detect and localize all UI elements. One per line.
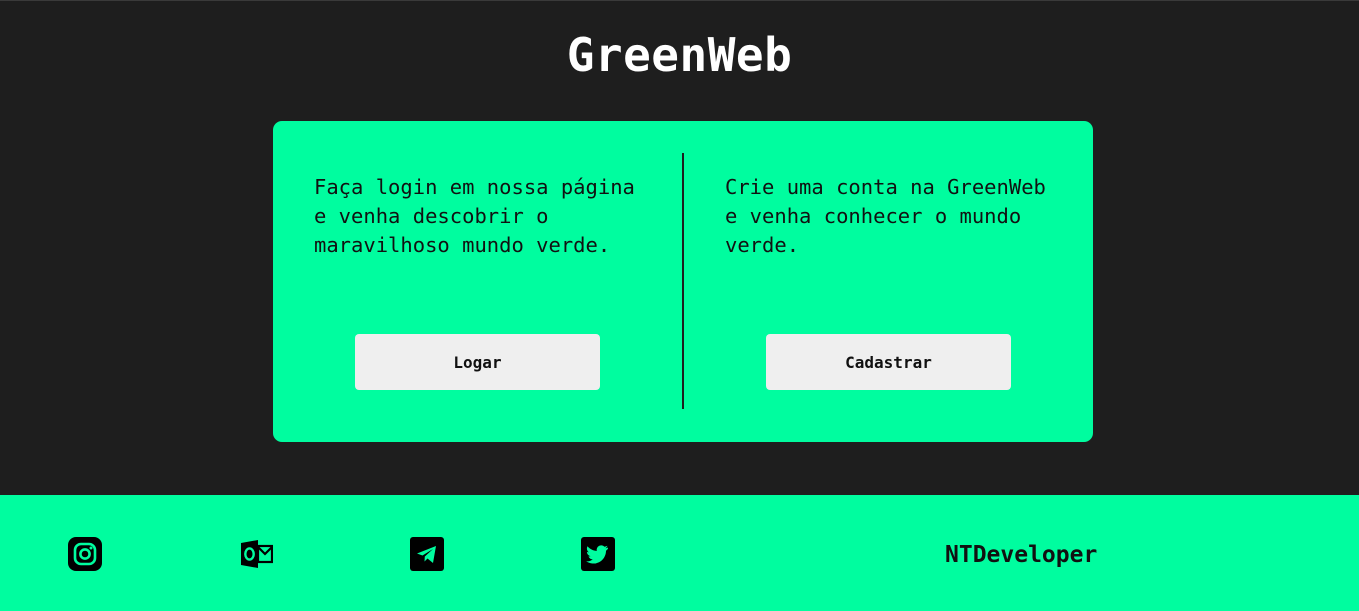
site-title: GreenWeb [566, 28, 793, 82]
signup-button[interactable]: Cadastrar [766, 334, 1011, 390]
auth-card: Faça login em nossa página e venha desco… [273, 121, 1093, 442]
twitter-icon[interactable] [581, 537, 615, 571]
instagram-icon[interactable] [68, 537, 102, 571]
telegram-icon[interactable] [410, 537, 444, 571]
login-button[interactable]: Logar [355, 334, 600, 390]
panel-divider [682, 153, 684, 409]
login-description: Faça login em nossa página e venha desco… [314, 175, 635, 257]
footer: NTDeveloper [0, 495, 1359, 611]
outlook-icon[interactable] [239, 537, 273, 571]
brand-name: NTDeveloper [945, 542, 1098, 568]
top-border [0, 0, 1359, 1]
signup-description: Crie uma conta na GreenWeb e venha conhe… [725, 175, 1046, 257]
